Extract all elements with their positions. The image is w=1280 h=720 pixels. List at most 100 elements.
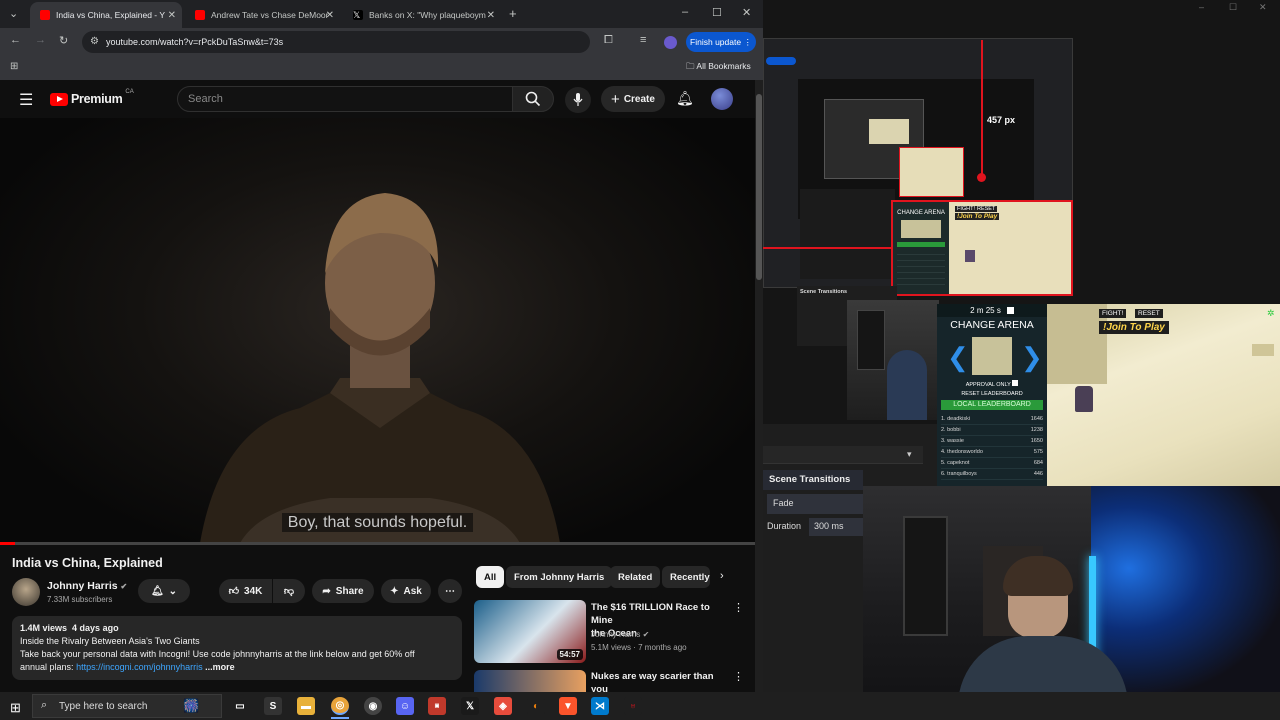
new-tab-icon[interactable]: + (509, 6, 517, 21)
guide-line-horizontal (763, 247, 893, 249)
transition-select[interactable]: Fade (767, 494, 863, 514)
close-window-icon[interactable]: ✕ (742, 6, 751, 19)
finish-update-button[interactable]: Finish update ⋮ (686, 32, 756, 52)
view-count: 1.4M views (20, 623, 68, 633)
rec-more-icon[interactable]: ⋮ (733, 601, 744, 614)
small-player-sprite (965, 250, 975, 262)
search-button[interactable] (512, 86, 554, 112)
close-tab-icon[interactable]: ✕ (487, 10, 495, 21)
voice-search-button[interactable] (565, 87, 591, 113)
approval-only-label: APPROVAL ONLY (965, 382, 1011, 388)
profile-avatar-icon[interactable] (664, 36, 677, 49)
small-leaderboard-list (897, 249, 945, 287)
arena-wall (1047, 304, 1107, 384)
small-fight-button: FIGHT! (955, 206, 978, 212)
tab-label: Banks on X: "Why plaqueboym (369, 10, 486, 20)
chip-related[interactable]: Related (610, 566, 661, 588)
chip-all[interactable]: All (476, 566, 505, 588)
microphone-icon (573, 93, 583, 106)
app-icon[interactable]: ♅ (624, 697, 642, 715)
task-view-icon[interactable]: ▭ (231, 697, 249, 715)
app-icon[interactable]: ▣ (428, 697, 446, 715)
like-button[interactable]: 👍︎ 34K (219, 579, 272, 603)
chip-from-johnny-harris[interactable]: From Johnny Harris (506, 566, 613, 588)
chip-recently[interactable]: Recently (662, 566, 710, 588)
media-control-icon[interactable]: ≡ (640, 34, 646, 46)
discord-icon[interactable]: ☺ (396, 697, 414, 715)
minimize-icon[interactable]: – (682, 6, 688, 18)
back-icon[interactable]: ← (10, 34, 21, 46)
blender-icon[interactable]: ◐ (527, 697, 545, 715)
vscode-icon[interactable]: ⋊ (591, 697, 609, 715)
video-progress-bar[interactable] (0, 542, 755, 545)
leaderboard-name: 3. wassie (941, 438, 964, 444)
tab-india-vs-china[interactable]: India vs China, Explained - Y ✕ (30, 2, 182, 28)
incogni-link[interactable]: https://incogni.com/johnnyharris (76, 662, 203, 672)
tab-search-icon[interactable]: ⌄ (9, 7, 18, 20)
minimize-icon[interactable]: – (1199, 2, 1204, 12)
chips-next-icon[interactable]: › (720, 570, 724, 582)
account-avatar[interactable] (711, 88, 733, 110)
steam-icon[interactable]: S (264, 697, 282, 715)
mirror-game-thumb (869, 119, 909, 144)
obs-dropdown[interactable]: ▾ (763, 446, 923, 464)
share-button[interactable]: ➦ Share (312, 579, 374, 603)
extensions-icon[interactable]: ⧠ (604, 34, 613, 47)
like-count: 34K (244, 585, 263, 597)
webcam-feed (863, 486, 1280, 692)
close-tab-icon[interactable]: ✕ (326, 10, 334, 21)
apps-grid-icon[interactable]: ⊞ (10, 61, 18, 72)
obs-icon[interactable]: ◉ (364, 697, 382, 715)
taskbar-search-input[interactable]: ⌕ Type here to search 🎆 (32, 694, 222, 718)
notifications-bell-icon[interactable]: 🔔︎ (676, 90, 694, 107)
rec-thumbnail[interactable]: 54:57 (474, 600, 586, 663)
channel-avatar[interactable] (12, 578, 40, 606)
rec-more-icon[interactable]: ⋮ (733, 670, 744, 683)
distance-label: 457 px (987, 115, 1016, 125)
create-button[interactable]: + Create (601, 86, 665, 112)
tab-banks-on-x[interactable]: 𝕏 Banks on X: "Why plaqueboym ✕ (343, 2, 501, 28)
channel-name[interactable]: Johnny Harris ✔ (47, 580, 127, 592)
rec-thumbnail[interactable] (474, 670, 586, 692)
channel-name-text: Johnny Harris (47, 580, 118, 592)
reload-icon[interactable]: ↻ (59, 34, 68, 47)
windows-start-icon[interactable]: ⊞ (10, 700, 21, 716)
ask-button[interactable]: ✦ Ask (381, 579, 431, 603)
youtube-search-input[interactable]: Search (177, 86, 513, 112)
rec-title[interactable]: Nukes are way scarier than youthink (591, 670, 731, 692)
hamburger-menu-icon[interactable]: ☰ (19, 90, 33, 110)
all-bookmarks-link[interactable]: 🗀 All Bookmarks (686, 61, 751, 75)
duration-input[interactable]: 300 ms (809, 518, 863, 536)
search-placeholder: Search (188, 93, 223, 105)
leaderboard-score: 446 (1033, 471, 1043, 477)
chrome-icon[interactable]: ◎ (331, 697, 349, 715)
brave-icon[interactable]: ▼ (559, 697, 577, 715)
maximize-icon[interactable]: ☐ (1229, 2, 1237, 13)
scroll-thumb[interactable] (756, 94, 762, 280)
site-info-icon[interactable]: ⚙ (90, 36, 99, 47)
x-app-icon[interactable]: 𝕏 (461, 697, 479, 715)
app-icon[interactable]: ◈ (494, 697, 512, 715)
show-more-link[interactable]: ...more (205, 662, 235, 672)
timer-text: 2 m 25 s (970, 306, 1001, 315)
leaderboard-score: 1646 (1030, 416, 1043, 422)
dislike-button[interactable]: 👎︎ (273, 579, 305, 603)
close-window-icon[interactable]: ✕ (1259, 2, 1267, 13)
forward-icon[interactable]: → (35, 34, 46, 46)
selected-game-source[interactable]: CHANGE ARENA FIGHT! RESET !Join To Play (891, 200, 1073, 296)
youtube-logo[interactable]: Premium CA (50, 89, 134, 106)
chevron-down-icon: ⌄ (168, 585, 178, 597)
address-bar[interactable]: ⚙ youtube.com/watch?v=rPckDuTaSnw&t=73s (82, 31, 590, 53)
game-sidebar: 2 m 25 s CHANGE ARENA ❮ ❯ APPROVAL ONLY … (937, 304, 1047, 486)
verified-icon: ✔ (642, 630, 650, 639)
maximize-icon[interactable]: ☐ (712, 6, 722, 19)
tab-andrew-tate[interactable]: Andrew Tate vs Chase DeMoor ✕ (185, 2, 340, 28)
webcam-person-small (887, 350, 927, 420)
video-description[interactable]: 1.4M views 4 days ago Inside the Rivalry… (12, 616, 462, 680)
page-scrollbar[interactable] (755, 80, 763, 692)
close-tab-icon[interactable]: ✕ (168, 10, 176, 21)
more-actions-button[interactable]: ⋯ (438, 579, 462, 603)
subscribed-button[interactable]: 🔔︎ ⌄ (138, 579, 190, 603)
file-explorer-icon[interactable]: ▬ (297, 697, 315, 715)
video-player[interactable]: Boy, that sounds hopeful. (0, 118, 755, 543)
